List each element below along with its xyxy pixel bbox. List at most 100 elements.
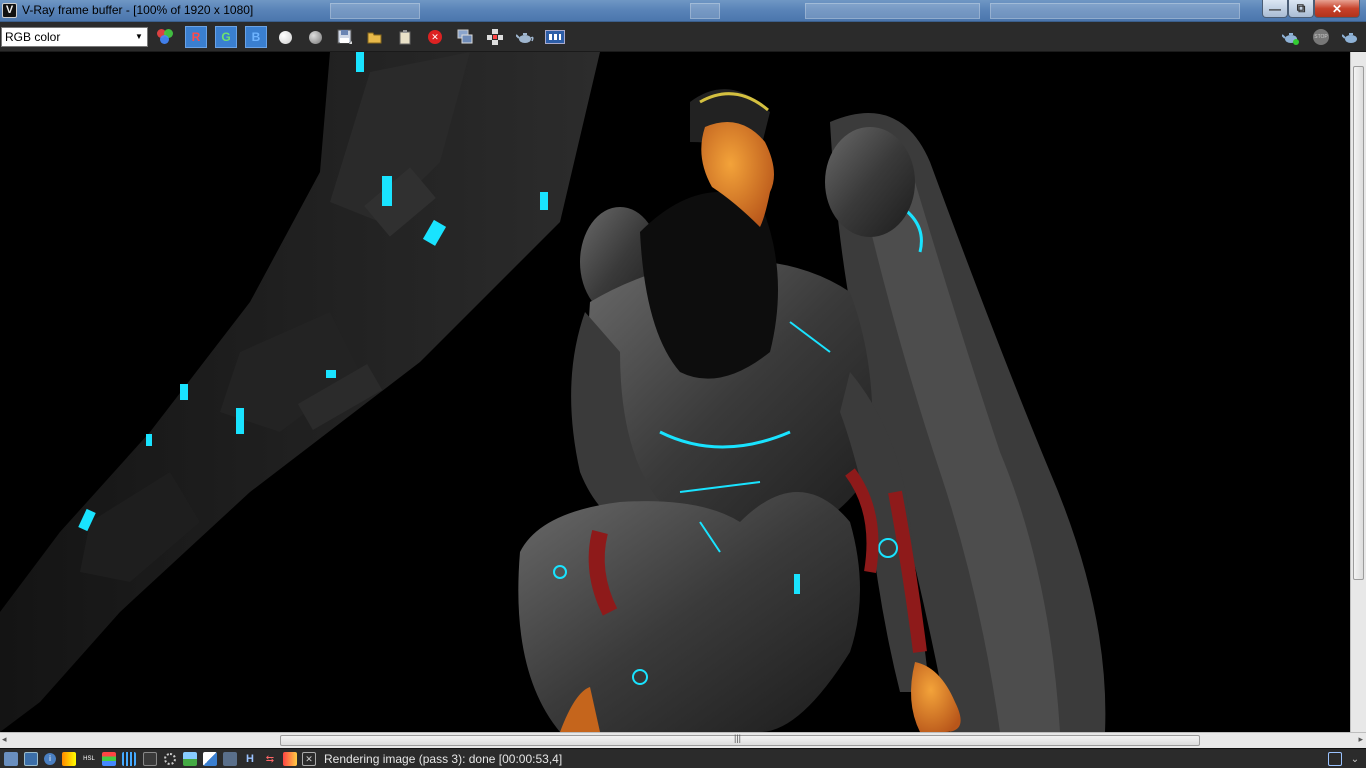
green-channel-toggle[interactable]: G bbox=[215, 26, 237, 48]
history-button[interactable]: H bbox=[243, 752, 257, 766]
stamp-button[interactable] bbox=[283, 752, 297, 766]
status-bar: i HSL H ⇆ ✕ Rendering image (pass 3): do… bbox=[0, 748, 1366, 768]
background-icon bbox=[183, 752, 197, 766]
gray-circle-icon bbox=[308, 30, 322, 44]
load-image-button[interactable] bbox=[364, 26, 386, 48]
compare-ab-button[interactable]: ⇆ bbox=[263, 752, 277, 766]
clear-image-button[interactable]: ✕ bbox=[424, 26, 446, 48]
alpha-white-button[interactable] bbox=[274, 26, 296, 48]
window-title: V-Ray frame buffer - [100% of 1920 x 108… bbox=[22, 3, 254, 17]
teapot-render-icon bbox=[1282, 33, 1299, 45]
stop-icon: STOP bbox=[1313, 29, 1329, 45]
curves-button[interactable] bbox=[143, 752, 157, 766]
monitor-icon bbox=[4, 752, 18, 766]
toolbar: RGB color ▼ R G B ✕ STOP bbox=[0, 22, 1366, 52]
compare-icon: ⇆ bbox=[265, 753, 275, 765]
lens-effects-button[interactable] bbox=[163, 752, 177, 766]
scroll-left-icon[interactable]: ◂ bbox=[2, 734, 7, 745]
save-image-button[interactable] bbox=[334, 26, 356, 48]
hsl-icon: HSL bbox=[83, 756, 95, 762]
rifle-shape bbox=[0, 52, 600, 732]
teapot-icon bbox=[516, 33, 534, 43]
history-h-label: H bbox=[246, 753, 254, 765]
panel-icon bbox=[1328, 752, 1342, 766]
blue-channel-toggle[interactable]: B bbox=[245, 26, 267, 48]
color-channels-button[interactable] bbox=[154, 26, 176, 48]
render-button[interactable] bbox=[1280, 26, 1302, 48]
channel-select-value: RGB color bbox=[5, 30, 61, 44]
green-channel-label: G bbox=[221, 30, 231, 44]
show-corrections-button[interactable] bbox=[24, 752, 38, 766]
region-render-button[interactable] bbox=[484, 26, 506, 48]
maximize-icon: ⧉ bbox=[1296, 1, 1306, 15]
vertical-scroll-thumb[interactable] bbox=[1353, 66, 1364, 580]
monochrome-button[interactable] bbox=[304, 26, 326, 48]
levels-icon bbox=[62, 752, 76, 766]
clear-x-icon: ✕ bbox=[428, 30, 442, 44]
background-window-strip bbox=[690, 3, 720, 19]
close-icon: ✕ bbox=[1331, 1, 1343, 16]
curves-icon bbox=[143, 752, 157, 766]
minimize-button[interactable]: — bbox=[1262, 0, 1288, 18]
lens-effects-icon bbox=[164, 753, 176, 765]
clear-log-button[interactable]: ✕ bbox=[302, 752, 316, 766]
rendered-character-image bbox=[0, 52, 1106, 732]
folder-icon bbox=[367, 32, 382, 44]
legs-shape bbox=[518, 468, 879, 732]
exposure-icon bbox=[203, 752, 217, 766]
color-wheel-icon bbox=[157, 29, 173, 45]
title-bar[interactable]: V V-Ray frame buffer - [100% of 1920 x 1… bbox=[0, 0, 1366, 22]
blue-channel-label: B bbox=[251, 30, 261, 44]
clipboard-button[interactable] bbox=[394, 26, 416, 48]
stop-render-button[interactable]: STOP bbox=[1310, 26, 1332, 48]
pixel-info-button[interactable]: i bbox=[43, 752, 57, 766]
white-circle-icon bbox=[278, 30, 292, 44]
lut-button[interactable] bbox=[122, 752, 136, 766]
color-balance-button[interactable] bbox=[102, 752, 116, 766]
levels-button[interactable] bbox=[62, 752, 76, 766]
background-window-strip bbox=[805, 3, 980, 19]
background-window-strip bbox=[330, 3, 420, 19]
render-last-button[interactable] bbox=[514, 26, 536, 48]
clipboard-icon bbox=[399, 30, 411, 45]
channel-select[interactable]: RGB color ▼ bbox=[1, 27, 148, 47]
clear-log-icon: ✕ bbox=[302, 752, 316, 766]
status-message: Rendering image (pass 3): done [00:00:53… bbox=[324, 752, 563, 766]
color-balance-icon bbox=[102, 752, 116, 766]
scroll-grip-icon: ||| bbox=[734, 733, 742, 743]
minimize-icon: — bbox=[1269, 1, 1281, 16]
scroll-right-icon[interactable]: ▸ bbox=[1358, 734, 1363, 745]
double-chevron-down-icon: ⌄ bbox=[1350, 753, 1360, 765]
teapot-settings-icon bbox=[1342, 33, 1357, 43]
rendered-image-viewport[interactable] bbox=[0, 52, 1350, 732]
vray-frame-buffer-window: V V-Ray frame buffer - [100% of 1920 x 1… bbox=[0, 0, 1366, 768]
red-channel-toggle[interactable]: R bbox=[185, 26, 207, 48]
chevron-down-icon: ▼ bbox=[135, 32, 143, 41]
info-icon: i bbox=[44, 753, 56, 765]
background-window-strip bbox=[990, 3, 1240, 19]
ocio-icon bbox=[223, 752, 237, 766]
shoulder-pad-right bbox=[825, 127, 915, 237]
vfb-history-button[interactable] bbox=[544, 26, 566, 48]
render-settings-button[interactable] bbox=[1340, 26, 1362, 48]
red-channel-label: R bbox=[191, 30, 201, 44]
stamp-icon bbox=[283, 752, 297, 766]
exposure-button[interactable] bbox=[203, 752, 217, 766]
floppy-disk-icon bbox=[337, 29, 352, 44]
vray-app-icon: V bbox=[2, 3, 17, 18]
collapse-toolbar-button[interactable]: ⌄ bbox=[1348, 752, 1362, 766]
maximize-button[interactable]: ⧉ bbox=[1288, 0, 1314, 18]
lut-icon bbox=[122, 752, 136, 766]
corrections-icon bbox=[24, 752, 38, 766]
horizontal-scrollbar[interactable]: ◂ ||| ▸ bbox=[0, 732, 1366, 748]
film-history-icon bbox=[545, 30, 565, 44]
vertical-scrollbar[interactable] bbox=[1350, 52, 1366, 732]
close-button[interactable]: ✕ bbox=[1314, 0, 1360, 18]
background-image-button[interactable] bbox=[183, 752, 197, 766]
duplicate-to-vfb-button[interactable] bbox=[454, 26, 476, 48]
ocio-button[interactable] bbox=[223, 752, 237, 766]
duplicate-window-icon bbox=[457, 29, 473, 44]
expand-panel-button[interactable] bbox=[1328, 752, 1342, 766]
track-mouse-button[interactable] bbox=[4, 752, 18, 766]
hsl-button[interactable]: HSL bbox=[82, 752, 96, 766]
